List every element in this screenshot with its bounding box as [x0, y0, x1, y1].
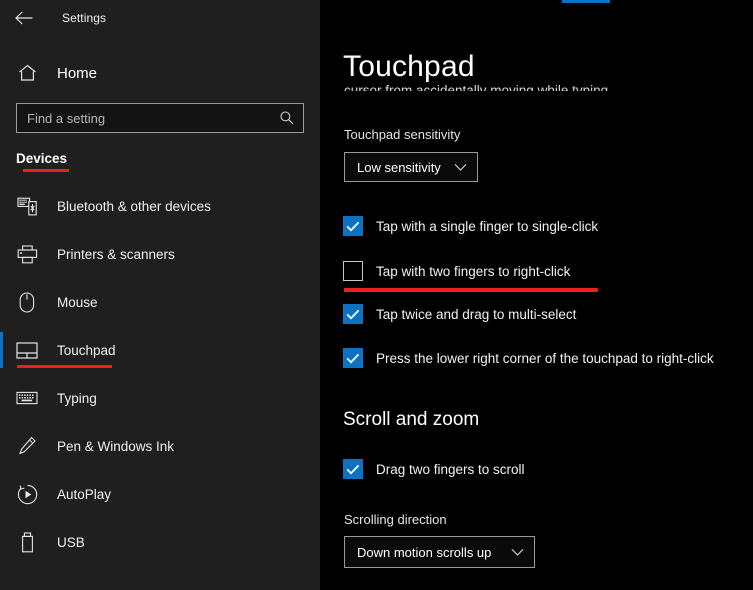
- annotation-underline-devices: [23, 169, 69, 172]
- checkbox-label: Tap twice and drag to multi-select: [376, 306, 577, 322]
- checkbox-tap-twice-drag[interactable]: [343, 304, 363, 324]
- checkbox-row-single-finger-tap[interactable]: Tap with a single finger to single-click: [343, 216, 598, 236]
- mouse-icon: [16, 291, 38, 313]
- search-box[interactable]: [16, 103, 304, 133]
- sidebar-item-label: AutoPlay: [57, 486, 112, 502]
- checkbox-label: Tap with a single finger to single-click: [376, 218, 599, 234]
- scrolling-direction-dropdown[interactable]: Down motion scrolls up: [344, 536, 535, 568]
- touchpad-icon: [16, 339, 38, 361]
- annotation-underline-touchpad: [17, 365, 112, 368]
- checkbox-row-tap-twice-drag[interactable]: Tap twice and drag to multi-select: [343, 304, 576, 324]
- checkbox-row-two-finger-tap[interactable]: Tap with two fingers to right-click: [343, 261, 570, 281]
- sidebar-item-typing[interactable]: Typing: [0, 374, 320, 422]
- sidebar-group-header: Devices: [16, 151, 69, 172]
- pen-icon: [16, 435, 38, 457]
- sidebar: Settings Home Devices: [0, 0, 320, 590]
- sidebar-item-label: Printers & scanners: [57, 246, 175, 262]
- autoplay-icon: [16, 483, 38, 505]
- check-mark-icon: [346, 221, 360, 231]
- checkbox-label: Drag two fingers to scroll: [376, 461, 525, 477]
- sidebar-item-touchpad[interactable]: Touchpad: [0, 326, 320, 374]
- sidebar-item-label: Pen & Windows Ink: [57, 438, 175, 454]
- sidebar-item-mouse[interactable]: Mouse: [0, 278, 320, 326]
- home-icon: [16, 64, 38, 82]
- usb-drive-icon: [16, 531, 38, 553]
- back-arrow-icon: [15, 11, 33, 25]
- printer-icon: [16, 243, 38, 265]
- sidebar-item-printers-scanners[interactable]: Printers & scanners: [0, 230, 320, 278]
- checkbox-row-lower-right-corner[interactable]: Press the lower right corner of the touc…: [343, 348, 714, 368]
- chevron-down-icon: [511, 548, 524, 556]
- check-mark-icon: [346, 464, 360, 474]
- touchpad-sensitivity-value: Low sensitivity: [357, 159, 441, 175]
- sidebar-item-home[interactable]: Home: [0, 56, 320, 90]
- page-title: Touchpad: [343, 50, 485, 84]
- sidebar-item-bluetooth-other-devices[interactable]: Bluetooth & other devices: [0, 182, 320, 230]
- back-button[interactable]: [2, 2, 46, 34]
- settings-window: Settings Home Devices: [0, 0, 753, 590]
- sidebar-item-usb[interactable]: USB: [0, 518, 320, 566]
- checkbox-label: Tap with two fingers to right-click: [376, 263, 571, 279]
- touchpad-sensitivity-label: Touchpad sensitivity: [344, 127, 461, 142]
- keyboard-icon: [16, 387, 38, 409]
- main-content: cursor from accidentally moving while ty…: [320, 0, 753, 590]
- sidebar-item-autoplay[interactable]: AutoPlay: [0, 470, 320, 518]
- sidebar-item-label: Typing: [57, 390, 97, 406]
- bluetooth-devices-icon: [16, 195, 38, 217]
- check-mark-icon: [346, 353, 360, 363]
- annotation-underline-two-finger-tap: [344, 288, 598, 292]
- checkbox-single-finger-tap[interactable]: [343, 216, 363, 236]
- sidebar-item-home-label: Home: [57, 64, 98, 82]
- search-icon[interactable]: [279, 110, 295, 126]
- chevron-down-icon: [454, 163, 467, 171]
- scroll-and-zoom-heading: Scroll and zoom: [343, 409, 480, 430]
- checkbox-label: Press the lower right corner of the touc…: [376, 350, 714, 366]
- sidebar-item-label: USB: [57, 534, 85, 550]
- title-bar: Settings: [0, 0, 320, 36]
- sidebar-nav: Bluetooth & other devices Printers & sca…: [0, 182, 320, 566]
- top-progress-indicator: [562, 0, 610, 3]
- sidebar-item-label: Bluetooth & other devices: [57, 198, 211, 214]
- sidebar-group-header-label: Devices: [16, 151, 68, 166]
- sidebar-item-pen-windows-ink[interactable]: Pen & Windows Ink: [0, 422, 320, 470]
- checkbox-two-finger-tap[interactable]: [343, 261, 363, 281]
- checkbox-drag-two-fingers-scroll[interactable]: [343, 459, 363, 479]
- sidebar-item-label: Touchpad: [57, 342, 116, 358]
- scrolling-direction-value: Down motion scrolls up: [357, 544, 492, 560]
- scrolling-direction-label: Scrolling direction: [344, 512, 447, 527]
- check-mark-icon: [346, 309, 360, 319]
- sidebar-item-label: Mouse: [57, 294, 98, 310]
- search-input[interactable]: [27, 110, 279, 126]
- touchpad-sensitivity-dropdown[interactable]: Low sensitivity: [344, 152, 478, 182]
- app-title: Settings: [62, 11, 107, 25]
- checkbox-lower-right-corner[interactable]: [343, 348, 363, 368]
- checkbox-row-drag-two-fingers-scroll[interactable]: Drag two fingers to scroll: [343, 459, 525, 479]
